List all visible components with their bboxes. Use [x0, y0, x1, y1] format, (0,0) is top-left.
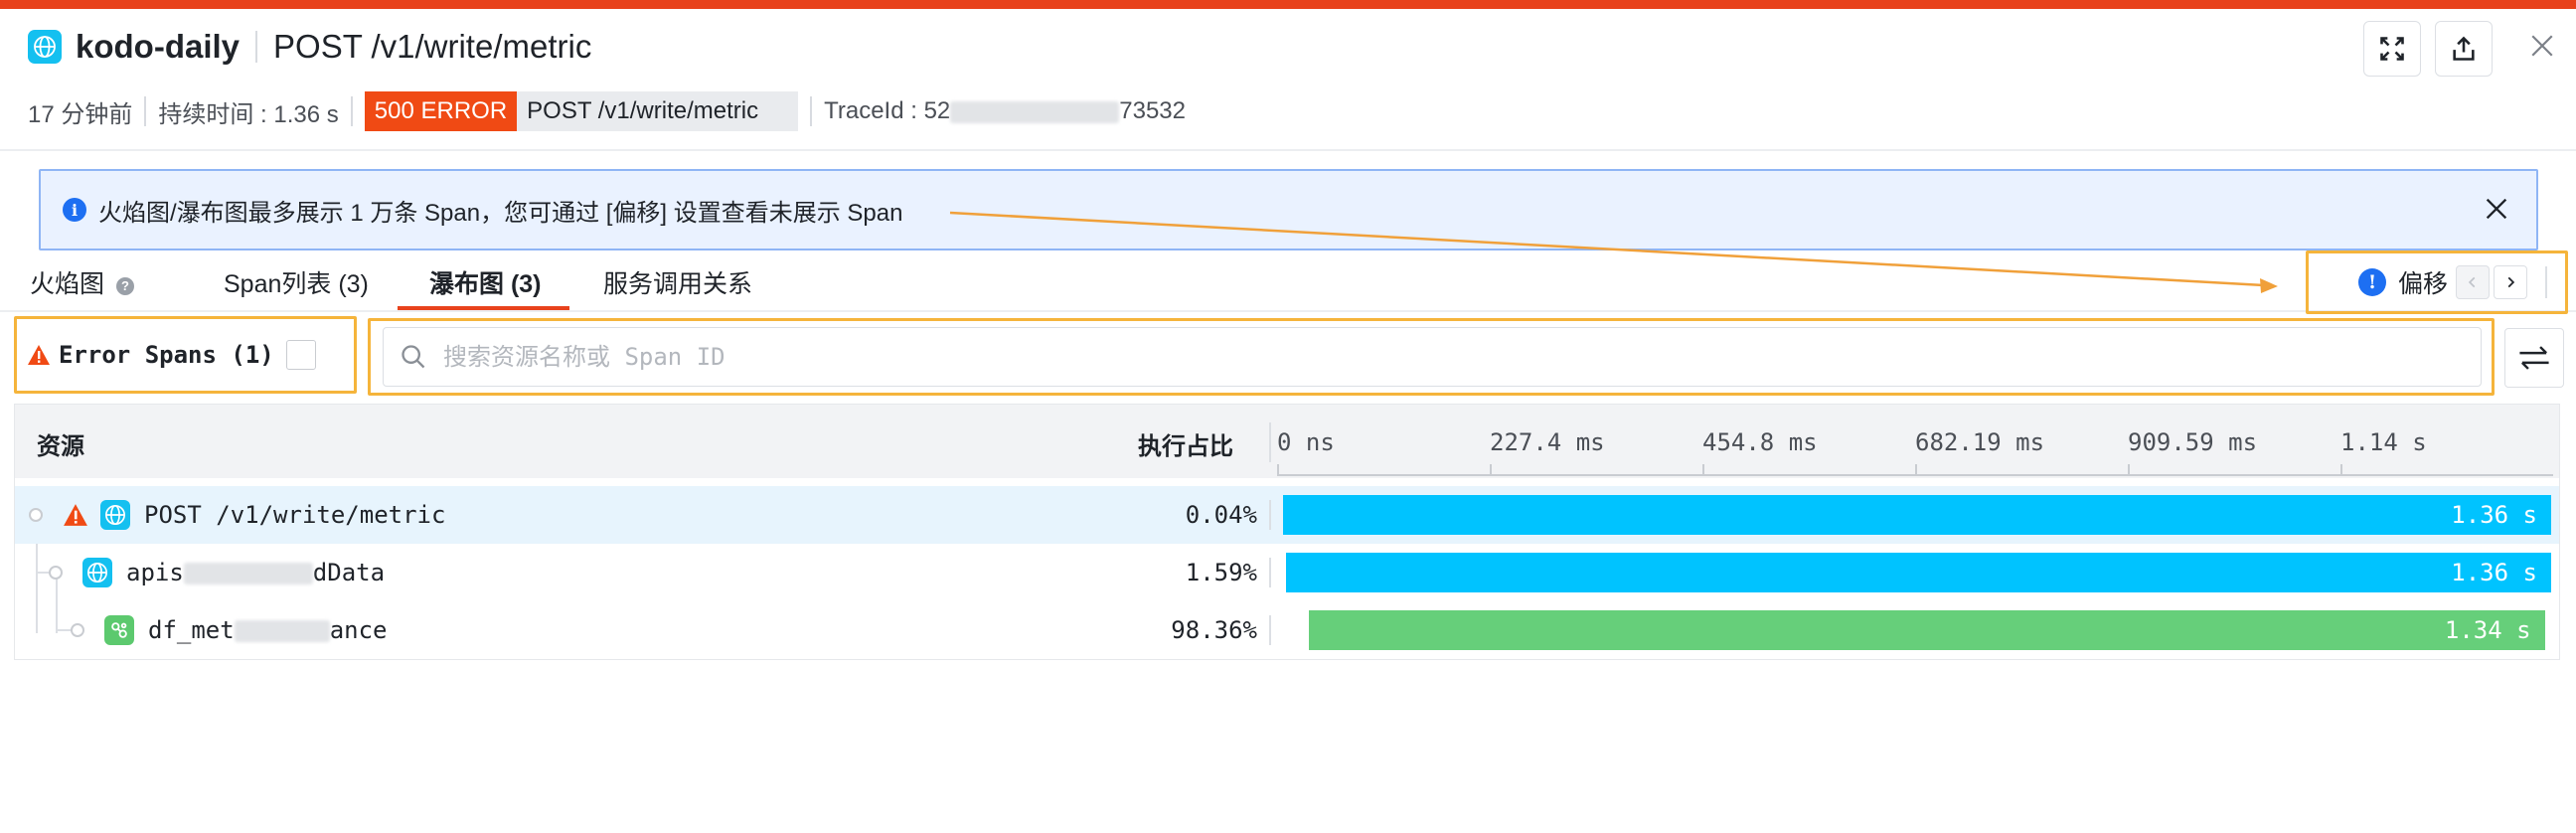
timeline-tick-label: 227.4 ms — [1490, 428, 1605, 456]
tab-divider — [0, 310, 2576, 312]
chevron-left-icon — [2468, 276, 2476, 288]
chevron-right-icon — [2507, 276, 2515, 288]
span-bar[interactable]: 1.36 s — [1283, 495, 2551, 535]
span-bar[interactable]: 1.34 s — [1308, 610, 2545, 650]
timeline-tick — [1915, 464, 1917, 476]
warning-icon — [28, 345, 50, 365]
execution-ratio: 98.36% — [1171, 616, 1257, 644]
tab-waterfall[interactable]: 瀑布图 (3) — [429, 264, 542, 312]
timeline-tick — [1277, 464, 1279, 476]
timeline-tick-label: 1.14 s — [2340, 428, 2427, 456]
error-spans-filter: Error Spans (1) — [14, 316, 357, 394]
timeline-tick — [2340, 464, 2342, 476]
error-spans-checkbox[interactable] — [285, 340, 316, 370]
toggle-view-button[interactable] — [2504, 328, 2564, 388]
search-icon — [402, 345, 425, 369]
redacted-mark — [234, 620, 330, 642]
waterfall-table: 资源 执行占比 0 ns 227.4 ms 454.8 ms 682.19 ms… — [14, 404, 2560, 660]
globe-icon — [100, 500, 130, 530]
column-divider — [1269, 422, 1271, 462]
resource-name-suffix: ance — [329, 616, 388, 644]
help-icon[interactable]: ? — [116, 277, 135, 295]
tab-bar: 火焰图? Span列表 (3) 瀑布图 (3) 服务调用关系 — [0, 250, 2576, 312]
search-input[interactable] — [441, 342, 1936, 372]
timeline-tick-label: 454.8 ms — [1702, 428, 1818, 456]
resource-name-prefix: df_met — [148, 616, 235, 644]
offset-prev-button[interactable] — [2456, 265, 2491, 299]
offset-label: 偏移 — [2398, 270, 2449, 298]
error-spans-label: Error Spans (1) — [59, 341, 274, 369]
table-header: 资源 执行占比 0 ns 227.4 ms 454.8 ms 682.19 ms… — [15, 405, 2559, 478]
tab-flamegraph[interactable]: 火焰图? — [30, 264, 135, 312]
offset-next-button[interactable] — [2494, 265, 2528, 299]
tree-node — [29, 508, 43, 522]
tab-label: Span列表 (3) — [224, 270, 369, 298]
timeline-tick — [2128, 464, 2130, 476]
tab-label: 瀑布图 (3) — [429, 270, 542, 298]
warning-icon — [64, 504, 87, 526]
execution-ratio: 1.59% — [1185, 559, 1257, 586]
col-ratio-header: 执行占比 — [1138, 433, 1233, 460]
timeline-tick — [1702, 464, 1704, 476]
span-bar[interactable]: 1.36 s — [1285, 553, 2551, 592]
col-resource-header: 资源 — [37, 433, 84, 460]
column-divider — [1269, 558, 1271, 587]
tab-label: 服务调用关系 — [603, 270, 753, 298]
table-row[interactable]: POST /v1/write/metric 0.04% 1.36 s — [15, 486, 2559, 544]
column-divider — [1269, 500, 1271, 530]
span-duration: 1.36 s — [2451, 501, 2537, 529]
search-highlight — [368, 318, 2495, 396]
resource-name-suffix: dData — [312, 559, 386, 586]
execution-ratio: 0.04% — [1185, 501, 1257, 529]
table-row[interactable]: apis dData 1.59% 1.36 s — [15, 544, 2559, 601]
resource-name-prefix: apis — [126, 559, 184, 586]
info-icon: ! — [2358, 268, 2386, 296]
search-field — [383, 327, 2482, 387]
resource-name: apis dData — [126, 559, 385, 586]
resource-name: POST /v1/write/metric — [144, 501, 446, 529]
divider — [2545, 266, 2547, 298]
tab-span-list[interactable]: Span列表 (3) — [224, 264, 369, 312]
offset-control: ! 偏移 — [2306, 250, 2568, 314]
span-duration: 1.34 s — [2444, 616, 2531, 644]
resource-name: df_met ance — [148, 616, 388, 644]
swap-icon — [2519, 346, 2549, 370]
table-row[interactable]: df_met ance 98.36% 1.34 s — [15, 601, 2559, 659]
tab-label: 火焰图 — [30, 270, 105, 298]
tab-service-map[interactable]: 服务调用关系 — [603, 264, 752, 312]
timeline-tick-label: 0 ns — [1277, 428, 1335, 456]
timeline-tick-label: 909.59 ms — [2128, 428, 2258, 456]
timeline-tick-label: 682.19 ms — [1915, 428, 2045, 456]
tree-node — [71, 623, 84, 637]
column-divider — [1269, 615, 1271, 645]
globe-icon — [82, 558, 112, 587]
redacted-mark — [183, 563, 313, 584]
tree-node — [49, 566, 63, 580]
span-duration: 1.36 s — [2451, 559, 2537, 586]
service-icon — [104, 615, 134, 645]
timeline-tick — [1490, 464, 1492, 476]
